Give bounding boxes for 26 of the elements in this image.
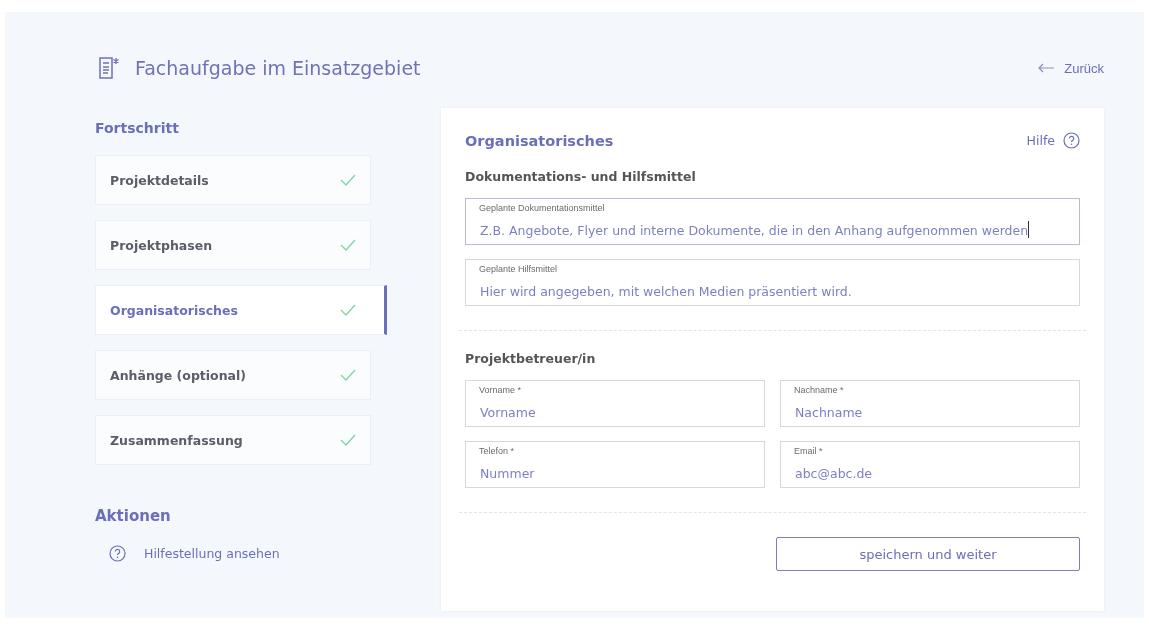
- field-label: Nachname *: [794, 385, 844, 396]
- field-label: Vorname *: [479, 385, 522, 396]
- field-label: Telefon *: [479, 446, 515, 457]
- back-link[interactable]: Zurück: [1038, 60, 1104, 76]
- section-heading: Aktionen: [95, 507, 172, 525]
- section-heading: Projektbetreuer/in: [465, 351, 597, 366]
- form-title: Organisatorisches: [465, 132, 614, 149]
- progress-step[interactable]: Projektdetails: [95, 155, 371, 205]
- progress-step[interactable]: Projektphasen: [95, 220, 371, 270]
- help-link[interactable]: Hilfe: [1026, 132, 1080, 149]
- save-and-continue-button[interactable]: speichern und weiter: [776, 537, 1080, 571]
- field-label: Geplante Hilfsmittel: [479, 264, 558, 275]
- field-label: Email *: [794, 446, 823, 457]
- field-label: Geplante Dokumentationsmittel: [479, 203, 605, 214]
- help-icon: [1063, 132, 1080, 149]
- text-cursor: [1028, 221, 1030, 238]
- progress-step[interactable]: Anhänge (optional): [95, 350, 371, 400]
- section-heading: Dokumentations- und Hilfsmittel: [465, 169, 697, 184]
- section-heading: Fortschritt: [95, 120, 180, 136]
- help-action-link[interactable]: Hilfestellung ansehen: [109, 545, 391, 562]
- page-title: Fachaufgabe im Einsatzgebiet: [135, 57, 421, 79]
- progress-step[interactable]: Organisatorisches: [95, 285, 387, 335]
- arrow-left-icon: [1038, 63, 1055, 73]
- help-icon: [109, 545, 126, 562]
- document-icon: [97, 56, 121, 80]
- progress-step[interactable]: Zusammenfassung: [95, 415, 371, 465]
